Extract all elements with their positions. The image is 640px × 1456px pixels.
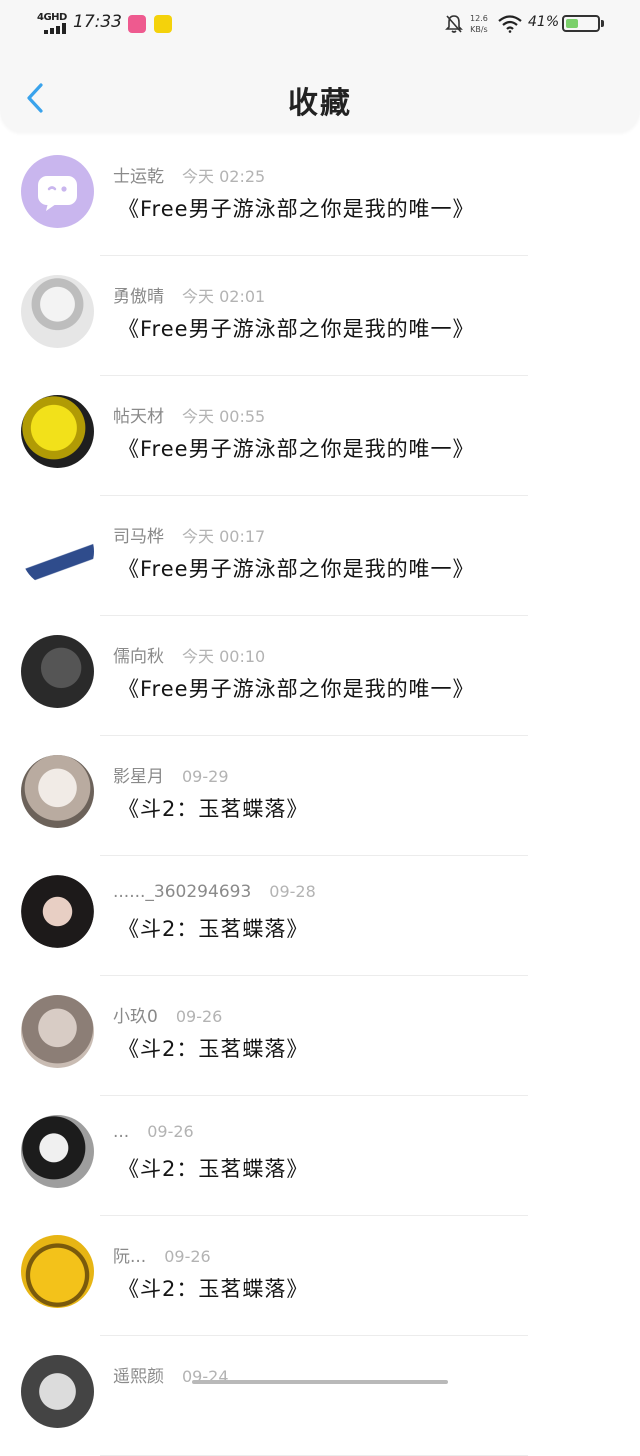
item-meta: ......_360294693 09-28 bbox=[113, 882, 316, 902]
collection-title[interactable]: 《Free男子游泳部之你是我的唯一》 bbox=[118, 193, 475, 223]
collection-title[interactable]: 《斗2：玉茗蝶落》 bbox=[118, 1153, 308, 1183]
avatar[interactable] bbox=[21, 515, 94, 588]
item-meta: 影星月 09-29 bbox=[113, 762, 229, 787]
user-name[interactable]: 士运乾 bbox=[113, 167, 164, 187]
avatar[interactable] bbox=[21, 755, 94, 828]
timestamp: 09-29 bbox=[182, 767, 229, 786]
user-name[interactable]: 儒向秋 bbox=[113, 647, 164, 667]
collection-title[interactable]: 《Free男子游泳部之你是我的唯一》 bbox=[118, 673, 475, 703]
list-item[interactable]: 影星月 09-29 《斗2：玉茗蝶落》 bbox=[0, 736, 640, 856]
user-name[interactable]: 遥熙颜 bbox=[113, 1367, 164, 1387]
user-name[interactable]: 阮... bbox=[113, 1247, 146, 1267]
avatar[interactable] bbox=[21, 155, 94, 228]
timestamp: 今天 00:55 bbox=[182, 407, 266, 426]
bilibili-app-icon bbox=[128, 15, 146, 33]
list-item[interactable]: 帖天材 今天 00:55 《Free男子游泳部之你是我的唯一》 bbox=[0, 376, 640, 496]
battery-icon bbox=[562, 15, 600, 32]
user-name[interactable]: ... bbox=[113, 1122, 129, 1142]
wifi-icon bbox=[498, 15, 522, 33]
avatar[interactable] bbox=[21, 275, 94, 348]
item-meta: ... 09-26 bbox=[113, 1122, 194, 1142]
battery-cap bbox=[601, 20, 604, 27]
clock: 17:33 bbox=[73, 12, 122, 32]
collection-title[interactable]: 《Free男子游泳部之你是我的唯一》 bbox=[118, 313, 475, 343]
collection-title[interactable]: 《Free男子游泳部之你是我的唯一》 bbox=[118, 433, 475, 463]
avatar[interactable] bbox=[21, 635, 94, 708]
user-name[interactable]: 司马桦 bbox=[113, 527, 164, 547]
avatar[interactable] bbox=[21, 1115, 94, 1188]
avatar[interactable] bbox=[21, 1235, 94, 1308]
timestamp: 09-26 bbox=[164, 1247, 211, 1266]
item-meta: 儒向秋 今天 00:10 bbox=[113, 642, 265, 667]
timestamp: 09-26 bbox=[175, 1007, 223, 1026]
list-item[interactable]: 遥熙颜 09-24 bbox=[0, 1336, 640, 1456]
timestamp: 今天 00:10 bbox=[182, 647, 266, 666]
header: 收藏 bbox=[0, 50, 640, 132]
signal-icon bbox=[44, 23, 66, 34]
timestamp: 09-28 bbox=[269, 882, 316, 901]
list-item[interactable]: 司马桦 今天 00:17 《Free男子游泳部之你是我的唯一》 bbox=[0, 496, 640, 616]
collection-title[interactable]: 《斗2：玉茗蝶落》 bbox=[118, 1273, 308, 1303]
user-name[interactable]: 小玖0 bbox=[113, 1007, 158, 1027]
list-item[interactable]: 勇傲晴 今天 02:01 《Free男子游泳部之你是我的唯一》 bbox=[0, 256, 640, 376]
collection-title[interactable]: 《Free男子游泳部之你是我的唯一》 bbox=[118, 553, 475, 583]
avatar[interactable] bbox=[21, 995, 94, 1068]
list-item[interactable]: 士运乾 今天 02:25 《Free男子游泳部之你是我的唯一》 bbox=[0, 136, 640, 256]
battery-percent: 41% bbox=[528, 14, 560, 30]
timestamp: 09-26 bbox=[147, 1122, 194, 1141]
list-item[interactable]: 阮... 09-26 《斗2：玉茗蝶落》 bbox=[0, 1216, 640, 1336]
collection-title[interactable]: 《斗2：玉茗蝶落》 bbox=[118, 913, 308, 943]
chat-bubble-icon bbox=[38, 176, 77, 211]
list-item[interactable]: ......_360294693 09-28 《斗2：玉茗蝶落》 bbox=[0, 856, 640, 976]
list-item[interactable]: ... 09-26 《斗2：玉茗蝶落》 bbox=[0, 1096, 640, 1216]
item-meta: 阮... 09-26 bbox=[113, 1242, 211, 1267]
bell-muted-icon bbox=[445, 15, 463, 33]
notification-app-icon bbox=[154, 15, 172, 33]
item-meta: 小玖0 09-26 bbox=[113, 1002, 222, 1027]
timestamp: 今天 00:17 bbox=[182, 527, 266, 546]
avatar[interactable] bbox=[21, 875, 94, 948]
collection-title[interactable]: 《斗2：玉茗蝶落》 bbox=[118, 1033, 308, 1063]
item-meta: 勇傲晴 今天 02:01 bbox=[113, 282, 265, 307]
user-name[interactable]: 影星月 bbox=[113, 767, 164, 787]
list-item[interactable]: 儒向秋 今天 00:10 《Free男子游泳部之你是我的唯一》 bbox=[0, 616, 640, 736]
collection-title[interactable]: 《斗2：玉茗蝶落》 bbox=[118, 793, 308, 823]
item-meta: 司马桦 今天 00:17 bbox=[113, 522, 265, 547]
avatar[interactable] bbox=[21, 1355, 94, 1428]
favorites-list: 士运乾 今天 02:25 《Free男子游泳部之你是我的唯一》 勇傲晴 今天 02:01… bbox=[0, 136, 640, 1456]
battery-level-fill bbox=[566, 19, 579, 28]
item-meta: 士运乾 今天 02:25 bbox=[113, 162, 265, 187]
page-title: 收藏 bbox=[288, 86, 352, 121]
home-indicator[interactable] bbox=[192, 1380, 448, 1384]
timestamp: 今天 02:01 bbox=[182, 287, 266, 306]
user-name[interactable]: ......_360294693 bbox=[113, 882, 251, 902]
network-type: 4GHD bbox=[37, 12, 67, 23]
user-name[interactable]: 帖天材 bbox=[113, 407, 164, 427]
status-bar: 4GHD 17:33 12.6 KB/s 41% bbox=[0, 0, 640, 50]
user-name[interactable]: 勇傲晴 bbox=[113, 287, 164, 307]
item-meta: 帖天材 今天 00:55 bbox=[113, 402, 265, 427]
network-speed: 12.6 KB/s bbox=[470, 14, 488, 34]
timestamp: 今天 02:25 bbox=[182, 167, 266, 186]
avatar[interactable] bbox=[21, 395, 94, 468]
list-item[interactable]: 小玖0 09-26 《斗2：玉茗蝶落》 bbox=[0, 976, 640, 1096]
